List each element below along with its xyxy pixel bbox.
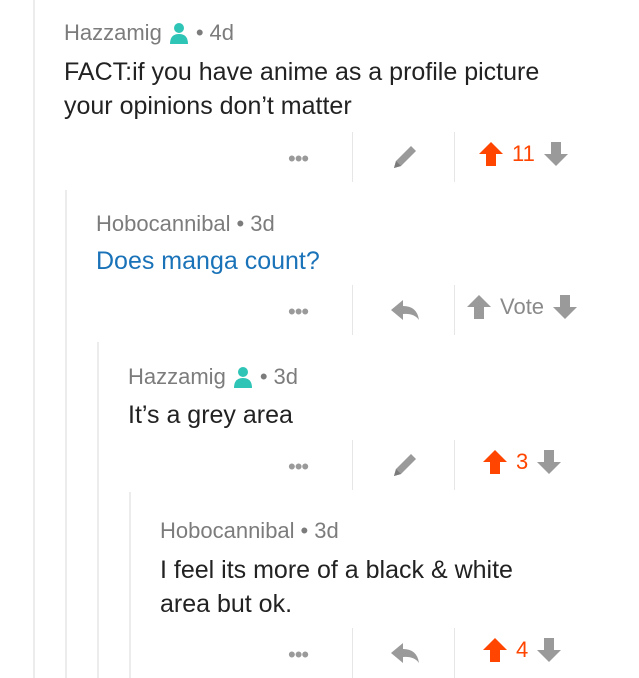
- user-profile-icon: [169, 23, 188, 44]
- vote-score: 11: [512, 141, 535, 166]
- meta-separator: •: [195, 20, 204, 45]
- comment-body-line: area but ok.: [160, 590, 293, 618]
- comment-age: 3d: [250, 211, 275, 236]
- comment-body: FACT:if you have anime as a profile pict…: [64, 55, 539, 123]
- username[interactable]: Hobocannibal: [160, 518, 295, 544]
- username[interactable]: Hazzamig: [64, 20, 162, 46]
- comment-actions: ••• 3: [0, 440, 639, 490]
- upvote-arrow-icon[interactable]: [466, 293, 492, 321]
- comment-body-line: FACT:if you have anime as a profile pict…: [64, 58, 540, 86]
- user-profile-icon: [233, 367, 252, 388]
- divider: [454, 440, 455, 490]
- comment-age: 4d: [209, 20, 234, 45]
- upvote-arrow-icon[interactable]: [482, 636, 508, 664]
- divider: [352, 285, 353, 335]
- more-options-icon[interactable]: •••: [288, 642, 309, 668]
- divider: [454, 285, 455, 335]
- downvote-arrow-icon[interactable]: [536, 448, 562, 476]
- meta-separator: •: [259, 364, 268, 389]
- comment-body-line: I feel its more of a black & white: [160, 556, 513, 584]
- comment-age: 3d: [273, 364, 298, 389]
- vote-score: Vote: [500, 294, 545, 319]
- divider: [454, 628, 455, 678]
- vote-controls: Vote: [466, 293, 578, 321]
- vote-score: 4: [516, 637, 529, 662]
- comment-meta: Hazzamig • 4d: [64, 20, 234, 46]
- more-options-icon[interactable]: •••: [288, 146, 309, 172]
- meta-separator: •: [236, 211, 245, 236]
- edit-pencil-icon[interactable]: [388, 448, 422, 482]
- downvote-arrow-icon[interactable]: [552, 293, 578, 321]
- comment-body-line: It’s a grey area: [128, 401, 293, 429]
- comment-body: Does manga count?: [96, 244, 320, 278]
- more-options-icon[interactable]: •••: [288, 454, 309, 480]
- divider: [454, 132, 455, 182]
- upvote-arrow-icon[interactable]: [478, 140, 504, 168]
- divider: [352, 628, 353, 678]
- meta-separator: •: [300, 518, 309, 543]
- edit-pencil-icon[interactable]: [388, 140, 422, 174]
- thread-line-level-0: [33, 0, 35, 678]
- comment-meta: Hobocannibal • 3d: [160, 518, 339, 544]
- upvote-arrow-icon[interactable]: [482, 448, 508, 476]
- divider: [352, 440, 353, 490]
- divider: [352, 132, 353, 182]
- vote-controls: 11: [478, 140, 569, 168]
- vote-controls: 4: [482, 636, 562, 664]
- comment-age: 3d: [314, 518, 339, 543]
- username[interactable]: Hobocannibal: [96, 211, 231, 237]
- comment-actions: ••• Vote: [0, 285, 639, 335]
- vote-score: 3: [516, 449, 529, 474]
- more-options-icon[interactable]: •••: [288, 299, 309, 325]
- vote-controls: 3: [482, 448, 562, 476]
- comment-meta: Hobocannibal • 3d: [96, 211, 275, 237]
- reply-arrow-icon[interactable]: [388, 636, 422, 670]
- comment-actions: ••• 4: [0, 628, 639, 678]
- username[interactable]: Hazzamig: [128, 364, 226, 390]
- comment-body-line: your opinions don’t matter: [64, 92, 352, 120]
- comment-body: It’s a grey area: [128, 398, 293, 432]
- reply-arrow-icon[interactable]: [388, 293, 422, 327]
- comment-meta: Hazzamig • 3d: [128, 364, 298, 390]
- comment-body: I feel its more of a black & white area …: [160, 553, 513, 621]
- downvote-arrow-icon[interactable]: [536, 636, 562, 664]
- downvote-arrow-icon[interactable]: [543, 140, 569, 168]
- comment-body-line: Does manga count?: [96, 247, 320, 275]
- thread-line-level-1: [65, 190, 67, 678]
- comment-actions: ••• 11: [0, 132, 639, 182]
